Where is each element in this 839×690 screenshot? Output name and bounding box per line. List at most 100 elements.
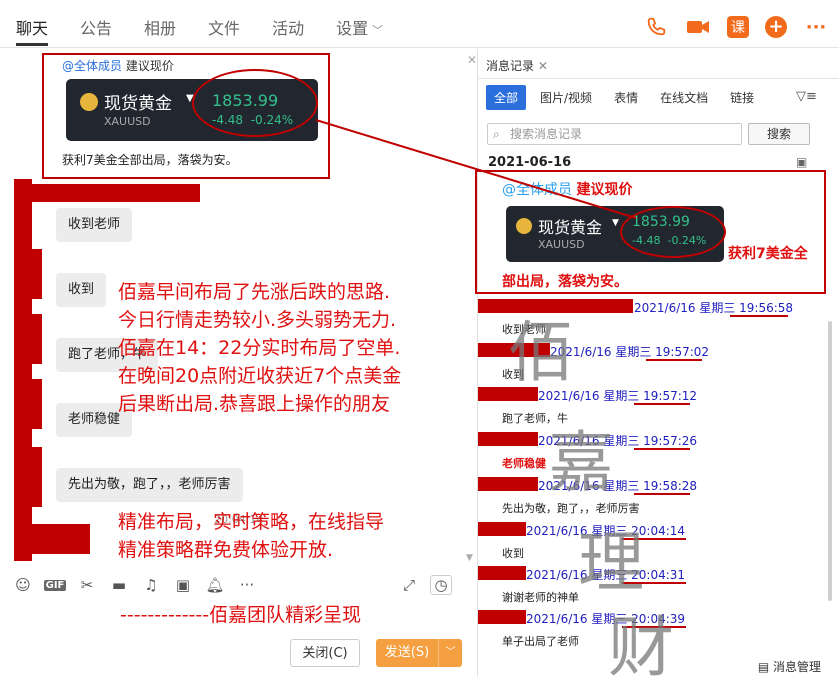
message-bubble[interactable]: 收到 <box>56 273 107 307</box>
input-toolbar: ☺ GIF ✂ ▬ ♫ ▣ 🔔︎ ··· ⤢ ◷ <box>0 568 476 602</box>
tab-activity[interactable]: 活动 <box>256 0 320 48</box>
more-tools-icon[interactable]: ··· <box>236 576 258 594</box>
history-tab-label: 消息记录 <box>486 59 535 73</box>
underline <box>634 493 690 495</box>
gold-name: 现货黄金 <box>104 94 172 114</box>
history-card-header: @全体成员 建议现价 <box>502 179 632 199</box>
message-bubble[interactable]: 收到老师 <box>56 208 133 242</box>
tab-settings[interactable]: 设置 ﹀ <box>320 0 399 48</box>
record-message: 收到 <box>502 547 524 560</box>
add-icon[interactable]: + <box>765 16 787 38</box>
underline <box>730 315 788 317</box>
scissors-icon[interactable]: ✂ <box>76 576 98 594</box>
close-button[interactable]: 关闭(C) <box>290 639 360 667</box>
price-ellipse <box>620 206 726 258</box>
mention[interactable]: @全体成员 <box>502 182 572 198</box>
tab-label: 文件 <box>208 19 241 38</box>
message-manage-button[interactable]: ▤ 消息管理 <box>758 658 821 675</box>
gold-code: XAUUSD <box>104 115 151 128</box>
gold-code: XAUUSD <box>538 238 585 251</box>
promo-line: 佰嘉在14：22分实时布局了空单. <box>118 337 401 359</box>
tab-label: 设置 <box>336 19 369 38</box>
censor-bar <box>478 610 526 624</box>
message-bubble[interactable]: 先出为敬，跑了，，老师厉害 <box>56 468 243 502</box>
censor-bar <box>478 522 526 536</box>
underline <box>646 359 702 361</box>
tab-notice[interactable]: 公告 <box>64 0 128 48</box>
chat-panel: @全体成员 建议现价 ✕ 现货黄金 ▼ XAUUSD 1853.99 -4.48… <box>0 49 477 677</box>
emoji-icon[interactable]: ☺ <box>12 576 34 594</box>
record-time: 2021/6/16 星期三 19:56:58 <box>634 301 794 315</box>
close-icon[interactable]: ✕ <box>538 59 548 73</box>
course-icon[interactable]: 课 <box>727 16 749 38</box>
watermark-char: 佰 <box>508 314 574 391</box>
card-note: 部出局，落袋为安。 <box>502 274 628 290</box>
music-icon[interactable]: ♫ <box>140 576 162 594</box>
censor-bar <box>478 566 526 580</box>
censor-bar <box>30 447 42 507</box>
censor-bar <box>478 477 538 491</box>
gold-coin-icon <box>80 93 98 111</box>
tab-files[interactable]: 文件 <box>192 0 256 48</box>
price-ellipse <box>192 69 318 137</box>
censor-bar <box>30 249 42 299</box>
search-button[interactable]: 搜索 <box>748 123 810 145</box>
filter-all[interactable]: 全部 <box>486 85 527 110</box>
close-icon[interactable]: ✕ <box>467 53 477 67</box>
filter-icon[interactable]: ▽≡ <box>796 89 817 104</box>
strategy-line: 精准布局，实时策略，在线指导 <box>118 511 385 533</box>
filter-media[interactable]: 图片/视频 <box>532 85 600 110</box>
more-icon[interactable]: ··· <box>803 14 829 40</box>
underline <box>634 403 690 405</box>
tab-label: 聊天 <box>16 19 49 38</box>
tab-album[interactable]: 相册 <box>128 0 192 48</box>
promo-line: 今日行情走势较小.多头弱势无力. <box>118 309 397 331</box>
watermark-char: 嘉 <box>548 424 614 501</box>
underline <box>634 448 690 450</box>
watermark-char: 理 <box>578 524 644 601</box>
filter-tabs: 全部 图片/视频 表情 在线文档 链接 <box>486 85 768 110</box>
gold-coin-icon <box>516 218 532 234</box>
tab-label: 活动 <box>272 19 305 38</box>
team-text: -------------佰嘉团队精彩呈现 <box>120 604 362 626</box>
tab-chat[interactable]: 聊天 <box>0 0 64 48</box>
image-icon[interactable]: ▣ <box>172 576 194 594</box>
quote-text: 建议现价 <box>125 59 174 73</box>
card-note: 获利7美金全 <box>728 246 808 262</box>
watermark-char: 财 <box>608 609 674 686</box>
filter-docs[interactable]: 在线文档 <box>652 85 716 110</box>
promo-line: 在晚间20点附近收获近7个点美金 <box>118 365 402 387</box>
censor-bar <box>478 432 538 446</box>
censor-bar <box>30 314 42 364</box>
chevron-down-icon: ﹀ <box>372 24 384 37</box>
promo-text: 佰嘉早间布局了先涨后跌的思路. 今日行情走势较小.多头弱势无力. 佰嘉在14：2… <box>118 278 401 418</box>
censor-bar <box>30 379 42 429</box>
promo-line: 佰嘉早间布局了先涨后跌的思路. <box>118 281 391 303</box>
strategy-text: 精准布局，实时策略，在线指导 精准策略群免费体验开放. <box>118 508 384 564</box>
card-text: 建议现价 <box>576 182 633 198</box>
filter-emoji[interactable]: 表情 <box>606 85 646 110</box>
message-manage-label: 消息管理 <box>772 660 821 674</box>
send-dropdown-icon[interactable]: ﹀ <box>438 639 462 667</box>
top-bar: 聊天 公告 相册 文件 活动 设置 ﹀ 课 + ··· <box>0 0 839 48</box>
folder-icon[interactable]: ▬ <box>108 576 130 594</box>
filter-links[interactable]: 链接 <box>722 85 762 110</box>
mention[interactable]: @全体成员 <box>62 59 122 73</box>
scroll-down-icon[interactable]: ▼ <box>466 553 473 563</box>
phone-icon[interactable] <box>643 14 669 40</box>
bell-icon[interactable]: 🔔︎ <box>204 576 226 594</box>
gif-icon[interactable]: GIF <box>44 579 66 591</box>
search-placeholder: 搜索消息记录 <box>510 127 583 141</box>
send-button[interactable]: 发送(S) ﹀ <box>376 639 462 667</box>
calendar-icon[interactable]: ▣ <box>796 155 807 169</box>
scrollbar[interactable] <box>828 321 832 601</box>
expand-icon[interactable]: ⤢ <box>398 576 420 594</box>
quote-footer: 获利7美金全部出局，落袋为安。 <box>62 153 238 167</box>
search-icon: ⌕ <box>493 127 500 141</box>
search-input[interactable]: ⌕ 搜索消息记录 <box>487 123 742 145</box>
video-call-icon[interactable] <box>685 14 711 40</box>
history-icon[interactable]: ◷ <box>430 575 452 595</box>
record-message: 老师稳健 <box>502 457 546 470</box>
history-tab[interactable]: 消息记录 ✕ <box>486 57 548 74</box>
top-tabs: 聊天 公告 相册 文件 活动 设置 ﹀ <box>0 0 399 48</box>
